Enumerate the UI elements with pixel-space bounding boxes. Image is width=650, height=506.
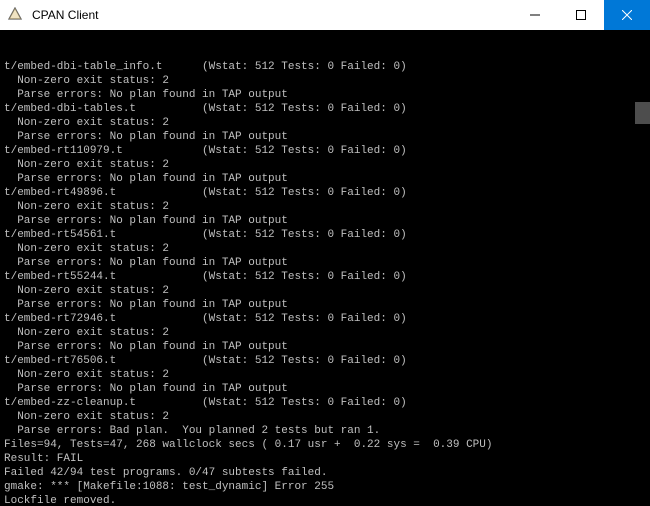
terminal-line: t/embed-dbi-table_info.t (Wstat: 512 Tes… [4, 60, 646, 74]
app-icon [0, 0, 30, 30]
terminal-line: Parse errors: No plan found in TAP outpu… [4, 172, 646, 186]
terminal-line: Parse errors: Bad plan. You planned 2 te… [4, 424, 646, 438]
terminal-line: Non-zero exit status: 2 [4, 116, 646, 130]
terminal-line: Parse errors: No plan found in TAP outpu… [4, 298, 646, 312]
terminal-line: Non-zero exit status: 2 [4, 200, 646, 214]
terminal-line: gmake: *** [Makefile:1088: test_dynamic]… [4, 480, 646, 494]
maximize-button[interactable] [558, 0, 604, 30]
scroll-thumb[interactable] [635, 102, 650, 124]
window-title: CPAN Client [30, 8, 512, 22]
terminal-line: Non-zero exit status: 2 [4, 326, 646, 340]
terminal-line: Parse errors: No plan found in TAP outpu… [4, 382, 646, 396]
terminal-line: Lockfile removed. [4, 494, 646, 506]
terminal-line: t/embed-rt76506.t (Wstat: 512 Tests: 0 F… [4, 354, 646, 368]
terminal-line: t/embed-zz-cleanup.t (Wstat: 512 Tests: … [4, 396, 646, 410]
terminal-line: t/embed-rt55244.t (Wstat: 512 Tests: 0 F… [4, 270, 646, 284]
close-button[interactable] [604, 0, 650, 30]
terminal-line: Non-zero exit status: 2 [4, 410, 646, 424]
terminal-line: Result: FAIL [4, 452, 646, 466]
terminal-line: t/embed-dbi-tables.t (Wstat: 512 Tests: … [4, 102, 646, 116]
terminal-line: Non-zero exit status: 2 [4, 242, 646, 256]
minimize-button[interactable] [512, 0, 558, 30]
terminal-line: Files=94, Tests=47, 268 wallclock secs (… [4, 438, 646, 452]
terminal-line: t/embed-rt110979.t (Wstat: 512 Tests: 0 … [4, 144, 646, 158]
terminal-line: Parse errors: No plan found in TAP outpu… [4, 214, 646, 228]
terminal-line: Parse errors: No plan found in TAP outpu… [4, 88, 646, 102]
terminal-line: Non-zero exit status: 2 [4, 368, 646, 382]
scrollbar[interactable] [635, 30, 650, 506]
terminal-line: Parse errors: No plan found in TAP outpu… [4, 130, 646, 144]
terminal-line: Non-zero exit status: 2 [4, 158, 646, 172]
terminal-line: t/embed-rt54561.t (Wstat: 512 Tests: 0 F… [4, 228, 646, 242]
terminal-line: Parse errors: No plan found in TAP outpu… [4, 340, 646, 354]
terminal-output[interactable]: t/embed-dbi-table_info.t (Wstat: 512 Tes… [0, 30, 650, 506]
terminal-line: Non-zero exit status: 2 [4, 74, 646, 88]
terminal-line: t/embed-rt49896.t (Wstat: 512 Tests: 0 F… [4, 186, 646, 200]
terminal-line: Non-zero exit status: 2 [4, 284, 646, 298]
terminal-line: Failed 42/94 test programs. 0/47 subtest… [4, 466, 646, 480]
window-titlebar: CPAN Client [0, 0, 650, 30]
terminal-line: Parse errors: No plan found in TAP outpu… [4, 256, 646, 270]
terminal-line: t/embed-rt72946.t (Wstat: 512 Tests: 0 F… [4, 312, 646, 326]
